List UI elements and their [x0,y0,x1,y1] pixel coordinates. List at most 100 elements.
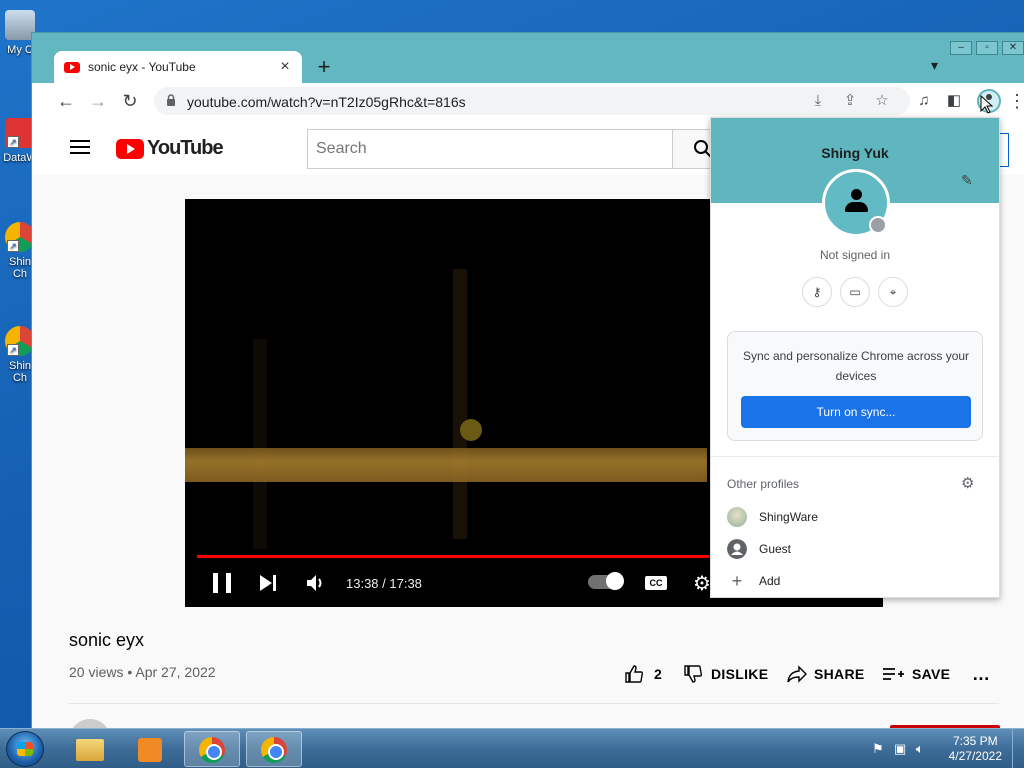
guest-icon [727,539,747,559]
thumbs-up-icon [625,665,644,683]
settings-gear-icon[interactable]: ⚙ [693,571,711,596]
start-button[interactable] [6,731,44,767]
clock-date: 4/27/2022 [948,749,1002,763]
show-desktop-button[interactable] [1012,729,1024,768]
dislike-button[interactable]: DISLIKE [683,664,768,684]
desktop-icon-label: Shin Ch [8,360,32,384]
share-button[interactable]: SHARE [786,664,865,684]
address-bar[interactable]: youtube.com/watch?v=nT2Iz05gRhc&t=816s ⤓… [154,87,910,115]
turn-on-sync-button[interactable]: Turn on sync... [741,396,971,428]
youtube-favicon-icon [64,61,80,73]
action-center-flag-icon[interactable]: ⚑ [872,741,884,757]
video-frame-post [253,339,267,549]
tab-youtube[interactable]: sonic eyx - YouTube × [54,51,302,83]
desktop-icon-label: My C [7,44,33,56]
sync-promo-card: Sync and personalize Chrome across your … [727,331,983,441]
share-icon[interactable]: ⇪ [840,91,860,111]
hamburger-menu-icon[interactable] [70,140,90,154]
folder-icon [76,739,104,761]
tab-close-button[interactable]: × [276,58,294,76]
desktop-icon-label: Shin Ch [8,256,32,280]
content-divider [69,703,999,704]
back-button[interactable]: ← [54,89,78,113]
network-icon[interactable]: ▣ [894,741,906,757]
playlist-add-icon [883,668,904,680]
youtube-logo[interactable]: YouTube [116,137,224,160]
reload-button[interactable]: ↻ [118,89,142,113]
more-actions-button[interactable]: … [972,664,990,685]
profile-row-guest[interactable]: Guest [727,534,983,564]
tab-strip: sonic eyx - YouTube × + ▾ [42,47,1024,83]
side-panel-icon[interactable]: ◧ [942,89,966,113]
sync-paused-badge-icon [869,216,887,234]
media-player-icon [138,738,162,762]
person-body [845,202,868,212]
like-button[interactable]: 2 [624,664,662,684]
tab-search-button[interactable]: ▾ [931,57,938,74]
more-icon: … [972,664,991,684]
tab-title: sonic eyx - YouTube [88,60,196,74]
video-title: sonic eyx [69,630,145,650]
forward-button[interactable]: → [86,89,110,113]
profile-row-add[interactable]: + Add [727,566,983,596]
profile-row-label: Guest [759,542,792,556]
bookmark-star-icon[interactable]: ☆ [872,91,892,111]
lock-icon[interactable] [166,94,176,106]
manage-profiles-gear-icon[interactable]: ⚙ [961,474,974,492]
video-frame-ball [460,419,482,441]
passwords-key-icon[interactable]: ⚷ [802,277,832,307]
chrome-icon [199,737,225,763]
install-app-icon[interactable]: ⤓ [808,91,828,111]
volume-icon[interactable] [305,573,327,593]
mouse-cursor-icon [980,95,994,114]
media-control-icon[interactable]: ♫ [912,89,936,113]
share-label: SHARE [814,666,865,682]
new-tab-button[interactable]: + [312,55,336,79]
video-progress-fill [197,555,723,558]
video-frame-post [453,269,467,539]
volume-tray-icon[interactable]: 🔈︎ [916,741,924,757]
addresses-pin-icon[interactable]: ⌖ [878,277,908,307]
edit-profile-icon[interactable]: ✎ [961,172,973,189]
dislike-label: DISLIKE [711,666,769,682]
payment-card-icon[interactable]: ▭ [840,277,870,307]
shingware-avatar-icon [727,507,747,527]
taskbar-media-player[interactable] [122,731,178,767]
clock[interactable]: 7:35 PM 4/27/2022 [949,734,1002,764]
system-tray: ⚑ ▣ 🔈︎ 7:35 PM 4/27/2022 [864,729,1024,768]
profile-name: Shing Yuk [821,145,889,161]
captions-button[interactable]: CC [645,576,667,590]
thumbs-down-icon [684,665,703,683]
autoplay-toggle[interactable] [588,572,624,590]
video-meta: 20 views • Apr 27, 2022 [69,664,216,680]
person-head [851,189,862,200]
share-arrow-icon [787,665,807,683]
profile-menu: Shing Yuk ✎ Not signed in ⚷ ▭ ⌖ Sync and… [710,117,1000,598]
chrome-icon [261,737,287,763]
taskbar-explorer[interactable] [62,731,118,767]
like-count: 2 [654,666,663,682]
youtube-wordmark: YouTube [147,137,224,159]
profile-row-shingware[interactable]: ShingWare [727,502,983,532]
video-frame-band [185,448,707,482]
url-text: youtube.com/watch?v=nT2Iz05gRhc&t=816s [187,94,466,110]
plus-icon: + [731,571,743,591]
youtube-play-icon [116,138,144,159]
pause-button[interactable] [213,573,231,593]
save-label: SAVE [912,666,951,682]
chrome-menu-icon[interactable]: ⋮ [1005,89,1024,113]
next-video-icon[interactable] [260,575,272,591]
browser-toolbar: ← → ↻ youtube.com/watch?v=nT2Iz05gRhc&t=… [32,83,1024,119]
taskbar-chrome-1[interactable] [184,731,240,767]
taskbar: ⚑ ▣ 🔈︎ 7:35 PM 4/27/2022 [0,728,1024,768]
other-profiles-label: Other profiles [727,477,800,491]
save-button[interactable]: SAVE [882,664,950,684]
video-time: 13:38 / 17:38 [346,576,422,591]
menu-divider [711,456,999,457]
taskbar-chrome-2[interactable] [246,731,302,767]
search-box[interactable] [307,129,673,169]
profile-row-label: ShingWare [759,510,818,524]
next-video-bar [273,575,276,591]
sign-in-status: Not signed in [819,248,891,262]
search-input[interactable] [308,130,672,168]
